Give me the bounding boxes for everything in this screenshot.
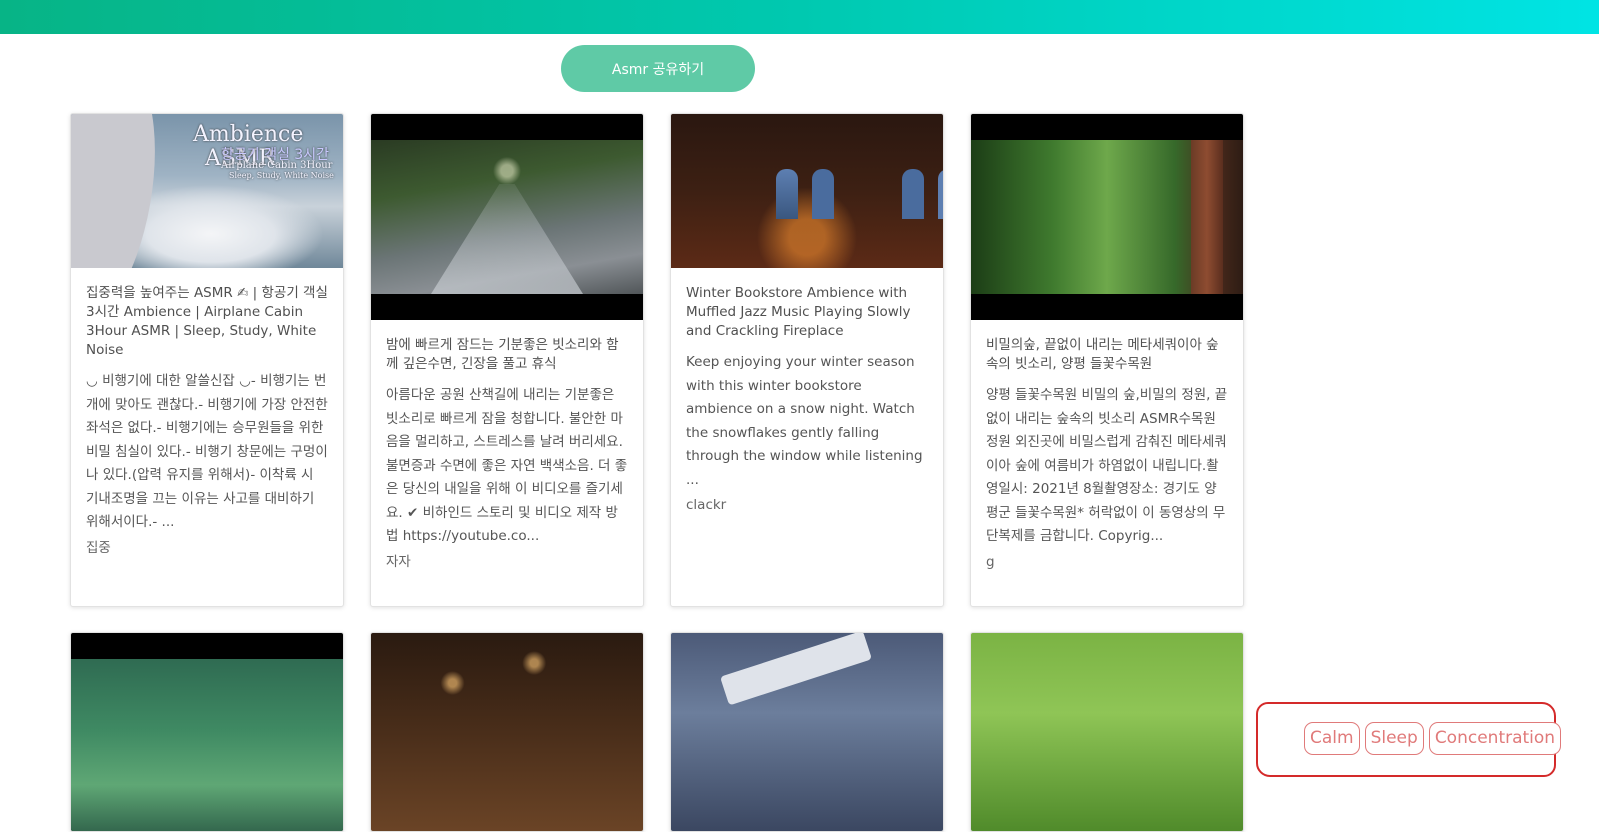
tag-button-sleep[interactable]: Sleep	[1364, 722, 1424, 755]
video-tag: clackr	[686, 497, 727, 513]
video-description: 양평 들꽃수목원 비밀의 숲,비밀의 정원, 끝없이 내리는 숲속의 빗소리 A…	[986, 387, 1228, 544]
video-tag: 자자	[386, 553, 411, 570]
video-card[interactable]	[970, 632, 1244, 832]
green-leaves-rain-image	[971, 633, 1243, 831]
airplane-wing-image	[671, 633, 943, 831]
rainy-park-path-image	[371, 140, 643, 294]
video-thumbnail[interactable]	[71, 633, 343, 831]
video-description: Keep enjoying your winter season with th…	[686, 354, 923, 488]
video-thumbnail[interactable]	[671, 633, 943, 831]
video-tag: g	[986, 553, 995, 570]
anime-forest-image	[71, 659, 343, 831]
cafe-image	[371, 633, 643, 831]
video-title[interactable]: 비밀의숲, 끝없이 내리는 메타세쿼이아 숲속의 빗소리, 양평 들꽃수목원	[986, 336, 1228, 374]
bookstore-fireplace-image	[671, 114, 943, 268]
top-banner	[0, 0, 1599, 34]
video-title[interactable]: Winter Bookstore Ambience with Muffled J…	[686, 284, 928, 341]
video-tag: 집중	[86, 539, 111, 556]
video-title[interactable]: 밤에 빠르게 잠드는 기분좋은 빗소리와 함께 깊은수면, 긴장을 풀고 휴식	[386, 336, 628, 374]
share-asmr-button[interactable]: Asmr 공유하기	[561, 45, 755, 92]
thumbnail-overlay-text: Airplane Cabin 3Hour	[221, 160, 333, 171]
tag-filter-group: Calm Sleep Concentration	[1304, 722, 1562, 756]
video-thumbnail[interactable]	[971, 114, 1243, 320]
video-card[interactable]: Winter Bookstore Ambience with Muffled J…	[670, 113, 944, 607]
video-card[interactable]: Ambience ASMR 항공기 객실 3시간 Airplane Cabin …	[70, 113, 344, 607]
forest-image	[971, 140, 1243, 294]
video-card[interactable]	[70, 632, 344, 832]
tag-button-concentration[interactable]: Concentration	[1428, 722, 1562, 755]
video-card[interactable]: 밤에 빠르게 잠드는 기분좋은 빗소리와 함께 깊은수면, 긴장을 풀고 휴식 …	[370, 113, 644, 607]
video-thumbnail[interactable]	[371, 114, 643, 320]
video-card[interactable]: 비밀의숲, 끝없이 내리는 메타세쿼이아 숲속의 빗소리, 양평 들꽃수목원 양…	[970, 113, 1244, 607]
thumbnail-overlay-text: Sleep, Study, White Noise	[229, 171, 334, 180]
video-title[interactable]: 집중력을 높여주는 ASMR ✍ | 항공기 객실 3시간 Ambience |…	[86, 284, 328, 360]
video-card[interactable]	[370, 632, 644, 832]
video-description: ◡ 비행기에 대한 알쓸신잡 ◡- 비행기는 번개에 맞아도 괜찮다.- 비행기…	[86, 373, 328, 530]
video-thumbnail[interactable]: Ambience ASMR 항공기 객실 3시간 Airplane Cabin …	[71, 114, 343, 268]
tag-button-calm[interactable]: Calm	[1304, 722, 1360, 755]
video-description: 아름다운 공원 산책길에 내리는 기분좋은 빗소리로 빠르게 잠을 청합니다. …	[386, 387, 628, 544]
video-card[interactable]	[670, 632, 944, 832]
video-thumbnail[interactable]	[971, 633, 1243, 831]
video-thumbnail[interactable]	[371, 633, 643, 831]
video-thumbnail[interactable]	[671, 114, 943, 268]
